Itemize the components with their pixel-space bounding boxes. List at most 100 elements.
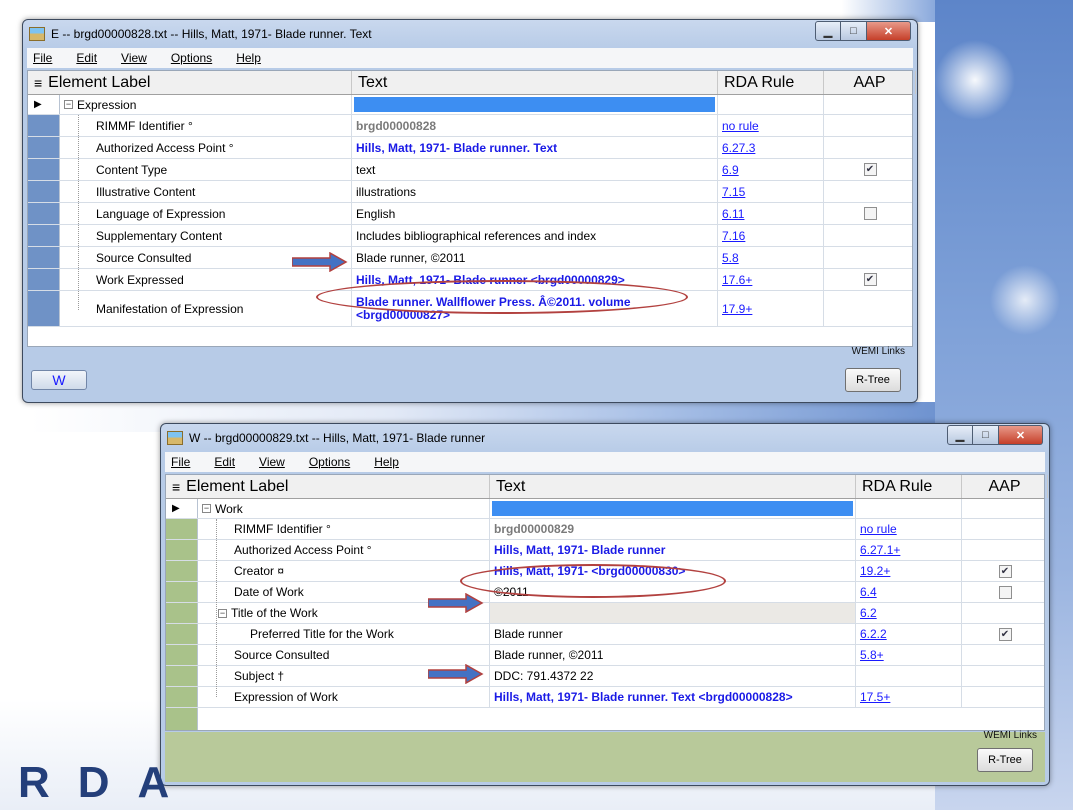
row-selector[interactable] — [28, 159, 60, 180]
tree-root-row[interactable]: ▶ − Expression — [28, 95, 912, 115]
element-text[interactable] — [490, 603, 856, 623]
column-header-rule[interactable]: RDA Rule — [856, 475, 962, 498]
element-row[interactable]: Source Consulted Blade runner, ©2011 5.8 — [28, 247, 912, 269]
row-selector[interactable] — [166, 582, 198, 602]
collapse-icon[interactable]: − — [202, 504, 211, 513]
rda-rule-link[interactable]: 6.2.2 — [860, 627, 887, 641]
work-window-titlebar[interactable]: W -- brgd00000829.txt -- Hills, Matt, 19… — [161, 424, 1049, 452]
rda-rule-link[interactable]: 6.27.1+ — [860, 543, 900, 557]
row-selector[interactable]: ▶ — [166, 499, 198, 518]
menu-view[interactable]: View — [259, 455, 285, 469]
rda-rule-link[interactable]: 6.27.3 — [722, 141, 755, 155]
row-selector[interactable] — [28, 115, 60, 136]
element-text[interactable]: Blade runner, ©2011 — [352, 247, 718, 268]
rtree-button[interactable]: R-Tree — [977, 748, 1033, 772]
element-text[interactable]: Blade runner — [490, 624, 856, 644]
column-header-aap[interactable]: AAP — [824, 71, 916, 94]
rda-rule-link[interactable]: 17.6+ — [722, 273, 752, 287]
aap-checkbox[interactable]: ✔ — [998, 627, 1012, 641]
aap-checkbox[interactable]: ✔ — [998, 564, 1012, 578]
minimize-button[interactable]: ▁ — [815, 21, 841, 41]
collapse-icon[interactable]: − — [218, 608, 227, 618]
rtree-button[interactable]: R-Tree — [845, 368, 901, 392]
rda-rule-link[interactable]: 6.4 — [860, 585, 877, 599]
row-selector[interactable] — [28, 225, 60, 246]
row-selector[interactable] — [28, 203, 60, 224]
element-row[interactable]: Preferred Title for the Work Blade runne… — [166, 624, 1044, 645]
element-row[interactable]: Subject † DDC: 791.4372 22 — [166, 666, 1044, 687]
menu-options[interactable]: Options — [171, 51, 212, 65]
row-selector[interactable] — [28, 181, 60, 202]
menu-file[interactable]: File — [33, 51, 52, 65]
element-text[interactable]: illustrations — [352, 181, 718, 202]
tree-root-row[interactable]: ▶ − Work — [166, 499, 1044, 519]
menu-help[interactable]: Help — [374, 455, 399, 469]
row-selector[interactable] — [166, 519, 198, 539]
expression-window-titlebar[interactable]: E -- brgd00000828.txt -- Hills, Matt, 19… — [23, 20, 917, 48]
element-text[interactable]: Hills, Matt, 1971- Blade runner. Text <b… — [490, 687, 856, 707]
rda-rule-link[interactable]: 17.9+ — [722, 302, 752, 316]
row-selector[interactable] — [166, 708, 198, 730]
menu-view[interactable]: View — [121, 51, 147, 65]
element-row[interactable]: − Title of the Work 6.2 — [166, 603, 1044, 624]
row-selector[interactable] — [166, 624, 198, 644]
element-text[interactable]: brgd00000829 — [490, 519, 856, 539]
column-header-aap[interactable]: AAP — [962, 475, 1048, 498]
row-selector[interactable] — [166, 687, 198, 707]
menu-help[interactable]: Help — [236, 51, 261, 65]
element-row[interactable]: Language of Expression English 6.11 — [28, 203, 912, 225]
collapse-icon[interactable]: − — [64, 100, 73, 109]
rda-rule-link[interactable]: 5.8 — [722, 251, 739, 265]
row-selector[interactable] — [166, 561, 198, 581]
row-selector[interactable] — [166, 540, 198, 560]
maximize-button[interactable]: □ — [841, 21, 867, 41]
element-row[interactable]: Expression of Work Hills, Matt, 1971- Bl… — [166, 687, 1044, 708]
element-row[interactable]: RIMMF Identifier ° brgd00000829 no rule — [166, 519, 1044, 540]
column-header-text[interactable]: Text — [352, 71, 718, 94]
element-text[interactable]: text — [352, 159, 718, 180]
menu-edit[interactable]: Edit — [76, 51, 97, 65]
rda-rule-link[interactable]: 5.8+ — [860, 648, 884, 662]
maximize-button[interactable]: □ — [973, 425, 999, 445]
rda-rule-link[interactable]: no rule — [860, 522, 897, 536]
rda-rule-link[interactable]: 19.2+ — [860, 564, 890, 578]
row-selector[interactable]: ▶ — [28, 95, 60, 114]
close-button[interactable]: ✕ — [867, 21, 911, 41]
rda-rule-link[interactable]: 6.9 — [722, 163, 739, 177]
close-button[interactable]: ✕ — [999, 425, 1043, 445]
rda-rule-link[interactable]: 17.5+ — [860, 690, 890, 704]
element-row[interactable]: Authorized Access Point ° Hills, Matt, 1… — [28, 137, 912, 159]
row-selector[interactable] — [166, 645, 198, 665]
element-text[interactable]: DDC: 791.4372 22 — [490, 666, 856, 686]
menu-edit[interactable]: Edit — [214, 455, 235, 469]
column-header-label[interactable]: ≡ Element Label — [166, 475, 490, 498]
column-header-text[interactable]: Text — [490, 475, 856, 498]
row-selector[interactable] — [28, 269, 60, 290]
element-row[interactable]: Authorized Access Point ° Hills, Matt, 1… — [166, 540, 1044, 561]
menu-options[interactable]: Options — [309, 455, 350, 469]
element-row[interactable]: Supplementary Content Includes bibliogra… — [28, 225, 912, 247]
aap-checkbox[interactable]: ✔ — [863, 273, 877, 286]
row-selector[interactable] — [166, 666, 198, 686]
rda-rule-link[interactable]: 6.11 — [722, 207, 744, 221]
aap-checkbox[interactable]: ✔ — [863, 163, 877, 176]
element-text[interactable]: Includes bibliographical references and … — [352, 225, 718, 246]
work-link-button[interactable]: W — [31, 370, 87, 390]
row-selector[interactable] — [28, 291, 60, 326]
rda-rule-link[interactable]: no rule — [722, 119, 759, 133]
row-selector[interactable] — [28, 137, 60, 158]
column-header-rule[interactable]: RDA Rule — [718, 71, 824, 94]
element-row[interactable]: RIMMF Identifier ° brgd00000828 no rule — [28, 115, 912, 137]
minimize-button[interactable]: ▁ — [947, 425, 973, 445]
rda-rule-link[interactable]: 7.16 — [722, 229, 745, 243]
row-selector[interactable] — [166, 603, 198, 623]
element-row[interactable]: Illustrative Content illustrations 7.15 — [28, 181, 912, 203]
element-text[interactable]: Hills, Matt, 1971- Blade runner. Text — [352, 137, 718, 158]
aap-checkbox[interactable] — [863, 207, 877, 220]
rda-rule-link[interactable]: 7.15 — [722, 185, 745, 199]
rda-rule-link[interactable]: 6.2 — [860, 606, 877, 620]
element-text[interactable]: brgd00000828 — [352, 115, 718, 136]
column-header-label[interactable]: ≡ Element Label — [28, 71, 352, 94]
aap-checkbox[interactable] — [998, 585, 1012, 599]
element-text[interactable]: Blade runner, ©2011 — [490, 645, 856, 665]
